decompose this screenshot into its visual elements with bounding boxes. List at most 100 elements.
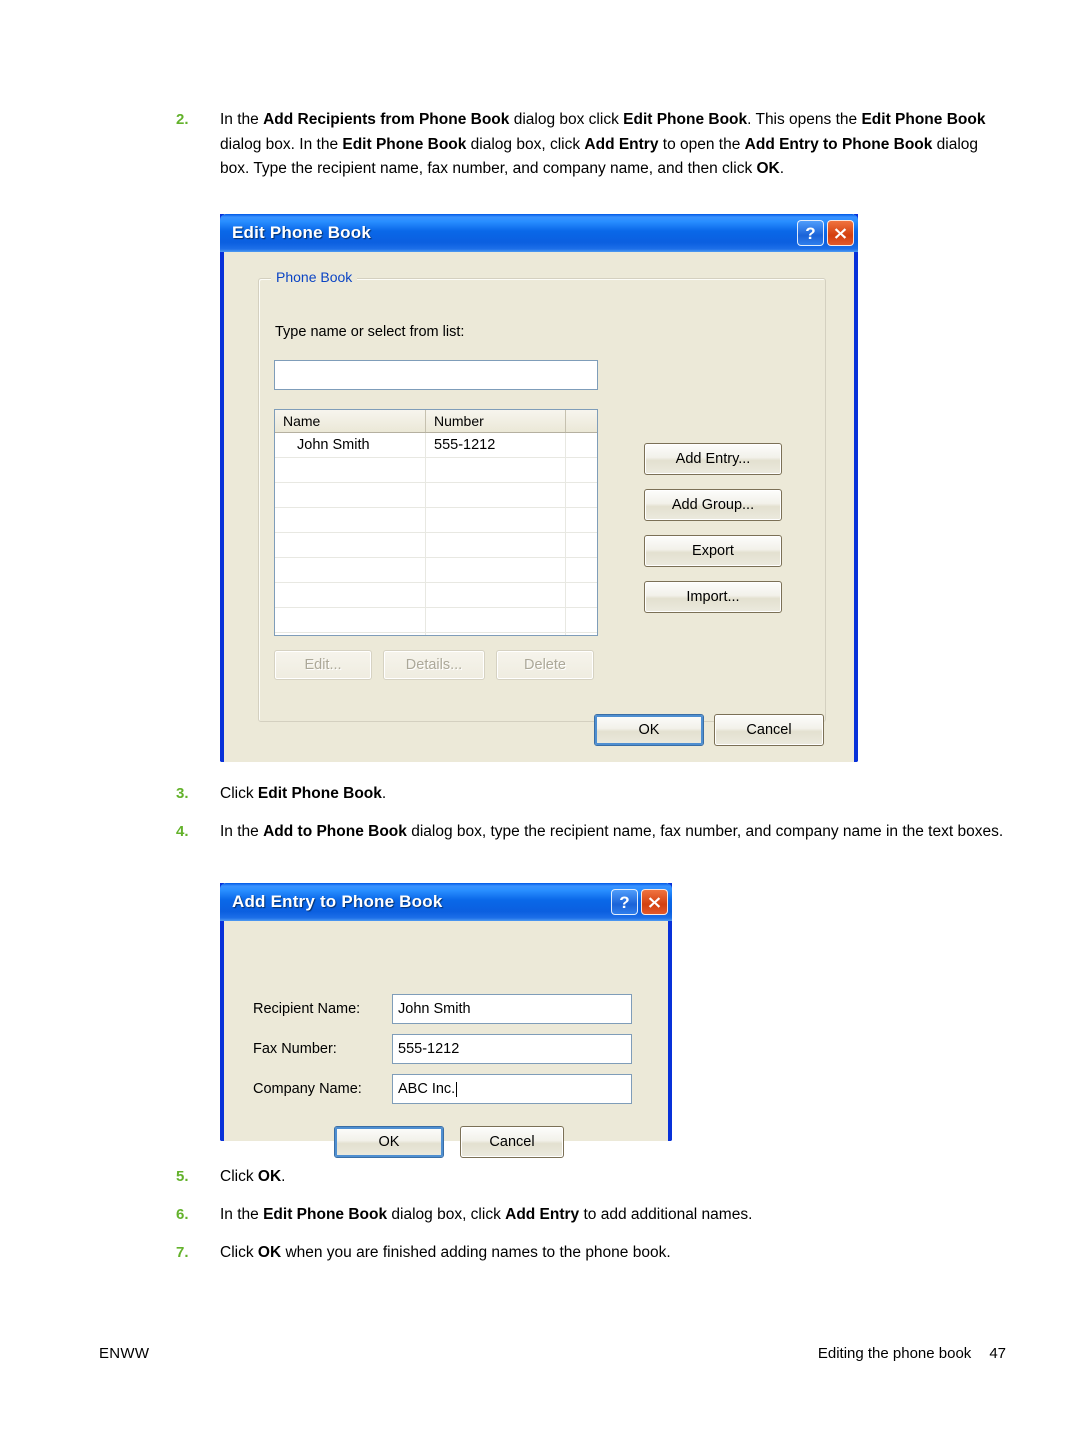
- cell-number: [426, 583, 566, 607]
- add-entry-button[interactable]: Add Entry...: [644, 443, 782, 475]
- cell-extra: [566, 458, 597, 482]
- delete-button[interactable]: Delete: [496, 650, 594, 680]
- cell-extra: [566, 433, 597, 457]
- step-number: 4.: [176, 823, 189, 840]
- step-text: In the Add to Phone Book dialog box, typ…: [220, 823, 1004, 840]
- recipient-name-label: Recipient Name:: [253, 1001, 361, 1017]
- help-icon[interactable]: ?: [611, 889, 638, 915]
- titlebar-edit-phone-book[interactable]: Edit Phone Book ?: [220, 214, 858, 252]
- table-row[interactable]: [275, 583, 597, 608]
- close-icon[interactable]: [827, 220, 854, 246]
- dialog-title: Edit Phone Book: [232, 223, 371, 242]
- titlebar-buttons: ?: [611, 889, 668, 915]
- phone-book-listview[interactable]: Name Number John Smith 555-1212: [274, 409, 598, 636]
- details-button[interactable]: Details...: [383, 650, 485, 680]
- cell-number: [426, 558, 566, 582]
- import-button[interactable]: Import...: [644, 581, 782, 613]
- footer-left-label: ENWW: [99, 1345, 150, 1362]
- groupbox-label: Phone Book: [271, 269, 358, 285]
- ok-button[interactable]: OK: [334, 1126, 444, 1158]
- footer-page-number: 47: [989, 1345, 1006, 1362]
- cancel-button[interactable]: Cancel: [460, 1126, 564, 1158]
- step-item-3: 3. Click Edit Phone Book.: [176, 782, 1006, 807]
- cell-extra: [566, 583, 597, 607]
- cell-extra: [566, 608, 597, 632]
- cell-extra: [566, 483, 597, 507]
- table-row[interactable]: [275, 458, 597, 483]
- step-item-2: 2. In the Add Recipients from Phone Book…: [176, 108, 1006, 182]
- cell-name: [275, 633, 426, 635]
- cell-number: [426, 458, 566, 482]
- listview-header: Name Number: [275, 410, 597, 433]
- company-name-value: ABC Inc.: [398, 1081, 456, 1097]
- cell-number: [426, 533, 566, 557]
- cell-number: [426, 608, 566, 632]
- company-name-input[interactable]: ABC Inc.: [392, 1074, 632, 1104]
- step-item-5: 5. Click OK.: [176, 1165, 1006, 1190]
- export-button[interactable]: Export: [644, 535, 782, 567]
- step-number: 2.: [176, 111, 189, 128]
- type-name-label: Type name or select from list:: [275, 324, 465, 340]
- titlebar-buttons: ?: [797, 220, 854, 246]
- table-row[interactable]: [275, 608, 597, 633]
- step-number: 5.: [176, 1168, 189, 1185]
- cell-extra: [566, 533, 597, 557]
- footer-right: Editing the phone book 47: [818, 1345, 1006, 1362]
- close-icon[interactable]: [641, 889, 668, 915]
- table-row[interactable]: [275, 533, 597, 558]
- cancel-button[interactable]: Cancel: [714, 714, 824, 746]
- cell-name: [275, 583, 426, 607]
- dialog-body-add-entry: Recipient Name: John Smith Fax Number: 5…: [224, 921, 668, 1158]
- step-number: 7.: [176, 1244, 189, 1261]
- fax-number-value: 555-1212: [398, 1041, 460, 1057]
- fax-number-input[interactable]: 555-1212: [392, 1034, 632, 1064]
- step-item-6: 6. In the Edit Phone Book dialog box, cl…: [176, 1203, 1006, 1228]
- table-row[interactable]: [275, 558, 597, 583]
- table-row[interactable]: [275, 508, 597, 533]
- cell-name: [275, 508, 426, 532]
- cell-name: [275, 558, 426, 582]
- step-text: In the Edit Phone Book dialog box, click…: [220, 1206, 753, 1223]
- column-header-name[interactable]: Name: [275, 410, 426, 432]
- cell-extra: [566, 558, 597, 582]
- search-input[interactable]: [274, 360, 598, 390]
- footer-section-label: Editing the phone book: [817, 1345, 972, 1362]
- help-icon[interactable]: ?: [797, 220, 824, 246]
- recipient-name-value: John Smith: [398, 1001, 471, 1017]
- recipient-name-input[interactable]: John Smith: [392, 994, 632, 1024]
- table-row[interactable]: [275, 483, 597, 508]
- cell-number: [426, 508, 566, 532]
- cell-name: [275, 458, 426, 482]
- step-text: Click OK when you are finished adding na…: [220, 1244, 671, 1261]
- listview-rows: John Smith 555-1212: [275, 433, 597, 635]
- cell-extra: [566, 633, 597, 635]
- dialog-title: Add Entry to Phone Book: [232, 892, 443, 911]
- step-text: In the Add Recipients from Phone Book di…: [220, 111, 986, 177]
- table-row[interactable]: John Smith 555-1212: [275, 433, 597, 458]
- ok-button[interactable]: OK: [594, 714, 704, 746]
- cell-name: [275, 533, 426, 557]
- dialog-edit-phone-book[interactable]: Edit Phone Book ? Phone Book Type name o…: [220, 214, 858, 762]
- cell-number: [426, 483, 566, 507]
- add-group-button[interactable]: Add Group...: [644, 489, 782, 521]
- edit-button[interactable]: Edit...: [274, 650, 372, 680]
- step-number: 3.: [176, 785, 189, 802]
- table-row[interactable]: [275, 633, 597, 635]
- dialog-body-edit-phone-book: Phone Book Type name or select from list…: [224, 252, 854, 762]
- column-header-number[interactable]: Number: [426, 410, 566, 432]
- column-header-extra[interactable]: [566, 410, 597, 432]
- titlebar-add-entry[interactable]: Add Entry to Phone Book ?: [220, 883, 672, 921]
- cell-name: [275, 483, 426, 507]
- step-text: Click OK.: [220, 1168, 286, 1185]
- company-name-label: Company Name:: [253, 1081, 362, 1097]
- step-item-4: 4. In the Add to Phone Book dialog box, …: [176, 820, 1006, 845]
- cell-extra: [566, 508, 597, 532]
- dialog-add-entry-to-phone-book[interactable]: Add Entry to Phone Book ? Recipient Name…: [220, 883, 672, 1158]
- step-text: Click Edit Phone Book.: [220, 785, 387, 802]
- cell-name: John Smith: [275, 433, 426, 457]
- cell-number: [426, 633, 566, 635]
- cell-name: [275, 608, 426, 632]
- cell-number: 555-1212: [426, 433, 566, 457]
- fax-number-label: Fax Number:: [253, 1041, 337, 1057]
- step-number: 6.: [176, 1206, 189, 1223]
